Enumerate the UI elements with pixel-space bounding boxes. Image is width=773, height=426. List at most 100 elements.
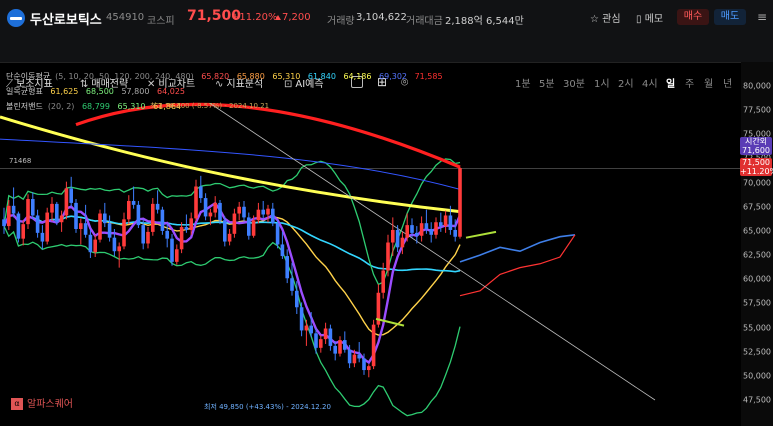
candle-body xyxy=(381,270,385,293)
volume-value: 3,104,622 xyxy=(356,12,407,23)
candle-body xyxy=(309,325,313,334)
candle-body xyxy=(453,229,457,237)
candle-body xyxy=(131,200,136,205)
ma-value-20: 65,310 xyxy=(272,72,301,81)
candle-body xyxy=(165,230,169,239)
axis-tick-label: 65,000 xyxy=(743,226,771,236)
candle-body xyxy=(304,325,309,331)
sell-button[interactable]: 매도 xyxy=(714,9,746,25)
candle-body xyxy=(7,205,11,227)
candle-body xyxy=(122,219,126,247)
chart-toolbar: ⟋ 보조지표 ⇅ 매매전략 ✕ 비교차트 ∿ 지표분석 ⊡ AI예측 ⊞ ⌾ 1분 5분 … xyxy=(0,34,773,90)
arrow-upper xyxy=(465,230,497,239)
axis-tick-label: 50,000 xyxy=(743,371,771,381)
menu-icon[interactable]: ≡ xyxy=(757,10,767,24)
candle-body xyxy=(371,324,376,367)
candle-body xyxy=(314,333,318,348)
candle-body xyxy=(275,223,280,245)
current-price-tag: 71,500 +11.20% xyxy=(740,158,773,176)
ma-value-50: 61,840 xyxy=(307,72,336,81)
hline-label: 71468 xyxy=(9,157,32,165)
candle-body xyxy=(242,206,246,218)
axis-tick-label: 67,500 xyxy=(743,202,771,212)
candle-body xyxy=(434,222,438,235)
axis-tick-label: 60,000 xyxy=(743,274,771,284)
high-annotation: 최고 78,200 (-8.57%) - 2024.10.21 xyxy=(150,102,270,110)
price-tag-value: 71,500 xyxy=(742,158,770,167)
after-hours-label: 시간외 xyxy=(744,137,768,146)
legend-ichimoku: 일목균형표 61,625 68,500 57,800 64,025 xyxy=(6,86,190,97)
candle-body xyxy=(179,227,184,250)
candle-body xyxy=(333,345,337,354)
axis-tick-label: 52,500 xyxy=(743,347,771,357)
candle-body xyxy=(136,204,141,226)
candle-body xyxy=(424,223,429,229)
candle-body xyxy=(439,222,443,227)
candle-body xyxy=(151,203,155,232)
candle-body xyxy=(357,354,361,359)
candle-body xyxy=(35,215,40,233)
candle-body xyxy=(419,223,424,236)
candle-body xyxy=(328,328,333,346)
candle-body xyxy=(271,208,275,224)
candle-body xyxy=(319,339,323,348)
candle-body xyxy=(227,233,232,242)
ma-line-240 xyxy=(75,102,461,169)
candle-body xyxy=(127,200,131,220)
stock-code: 454910 xyxy=(106,12,145,23)
change-amount: 7,200 xyxy=(282,12,311,23)
candle-body xyxy=(218,202,222,221)
ma-value-120: 64,186 xyxy=(343,72,372,81)
candle-body xyxy=(247,217,251,236)
ma-value-5: 65,820 xyxy=(201,72,230,81)
ma-value-200: 69,302 xyxy=(379,72,408,81)
candle-body xyxy=(386,242,390,271)
axis-tick-label: 80,000 xyxy=(743,81,771,91)
price-chart[interactable] xyxy=(0,62,773,426)
candle-body xyxy=(141,225,145,244)
change-percent: +11.20% xyxy=(231,12,278,23)
stock-name[interactable]: 두산로보틱스 xyxy=(30,9,102,28)
candle-body xyxy=(117,246,121,252)
ichimoku-value-1: 61,625 xyxy=(50,87,79,96)
candle-body xyxy=(299,307,304,331)
bollinger-label: 볼린저밴드 xyxy=(6,102,43,111)
watchlist-button[interactable]: ☆ 관심 xyxy=(590,10,621,25)
candle-body xyxy=(16,213,21,239)
candle-body xyxy=(59,215,64,223)
axis-tick-label: 62,500 xyxy=(743,250,771,260)
candle-body xyxy=(429,228,433,235)
candle-body xyxy=(362,358,366,371)
candle-body xyxy=(79,223,83,229)
bollinger-params: (20, 2) xyxy=(47,102,75,111)
axis-tick-label: 55,000 xyxy=(743,323,771,333)
watchlist-label: 관심 xyxy=(602,14,621,25)
stock-header: 두산로보틱스 454910 코스피 71,500 +11.20% 7,200 거… xyxy=(0,0,773,34)
candle-body xyxy=(69,188,73,203)
candle-body xyxy=(266,208,270,215)
candle-body xyxy=(367,366,371,371)
candle-body xyxy=(103,213,107,224)
axis-tick-label: 77,500 xyxy=(743,105,771,115)
ma-value-240: 71,585 xyxy=(414,72,443,81)
market-label: 코스피 xyxy=(147,16,175,27)
bollinger-mid: 65,310 xyxy=(117,102,146,111)
ichimoku-value-3: 57,800 xyxy=(121,87,150,96)
candle-body xyxy=(223,220,227,242)
memo-label: 메모 xyxy=(644,14,664,25)
ma-params: (5, 10, 20, 50, 120, 200, 240, 480) xyxy=(55,72,194,81)
axis-tick-label: 70,000 xyxy=(743,178,771,188)
candle-body xyxy=(251,220,256,236)
candle-body xyxy=(203,198,208,217)
trade-amount-label: 거래대금 xyxy=(406,16,443,27)
alpha-logo-icon: α xyxy=(11,398,23,410)
axis-tick-label: 57,500 xyxy=(743,298,771,308)
volume-label: 거래량 xyxy=(327,16,355,27)
watermark: α 알파스퀘어 xyxy=(11,395,73,410)
watermark-text: 알파스퀘어 xyxy=(27,399,73,410)
buy-button[interactable]: 매수 xyxy=(677,9,709,25)
memo-button[interactable]: ▯ 메모 xyxy=(636,10,663,25)
candle-body xyxy=(146,231,150,244)
ma-value-10: 65,880 xyxy=(236,72,265,81)
candle-body xyxy=(261,209,265,215)
